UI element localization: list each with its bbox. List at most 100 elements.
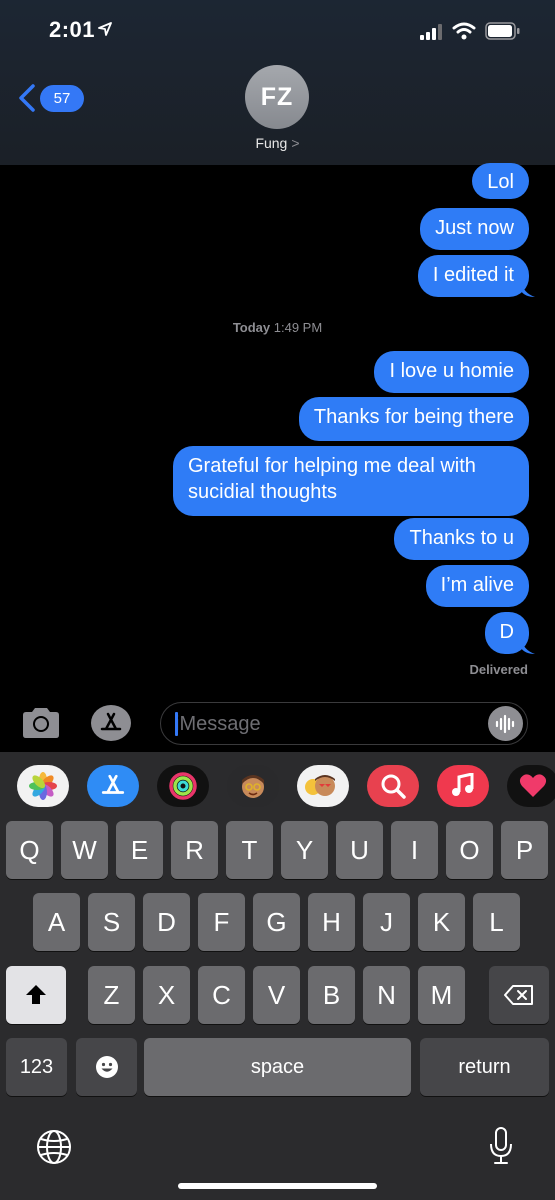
key-p[interactable]: P <box>501 821 548 879</box>
message-input-field[interactable] <box>160 702 528 745</box>
message-bubble[interactable]: D <box>484 612 535 654</box>
emoji-icon <box>95 1056 118 1078</box>
unread-count-badge: 57 <box>40 84 84 112</box>
message-bubble[interactable]: Thanks for being there <box>298 397 529 441</box>
app-store-tray-button[interactable] <box>87 765 139 807</box>
audio-message-button[interactable] <box>488 706 523 741</box>
memoji-icon <box>242 775 264 798</box>
location-arrow-icon <box>98 22 112 36</box>
chevron-left-icon <box>19 84 35 112</box>
key-h[interactable]: H <box>308 893 355 951</box>
music-icon <box>452 773 474 796</box>
status-time: 2:01 <box>49 17 96 42</box>
backspace-icon <box>504 985 533 1005</box>
key-o[interactable]: O <box>446 821 493 879</box>
emoji-key[interactable] <box>76 1038 137 1096</box>
message-bubble[interactable]: I edited it <box>417 255 535 297</box>
message-bubble[interactable]: I love u homie <box>374 351 529 393</box>
chevron-right-icon: > <box>291 135 300 151</box>
photos-app-button[interactable] <box>17 765 69 807</box>
key-f[interactable]: F <box>198 893 245 951</box>
message-text: Lol <box>487 171 514 193</box>
key-i[interactable]: I <box>391 821 438 879</box>
message-text: I’m alive <box>440 574 514 596</box>
shift-arrow-icon <box>26 985 46 1004</box>
key-k[interactable]: K <box>418 893 465 951</box>
music-app-button[interactable] <box>437 765 489 807</box>
app-store-icon <box>101 774 125 794</box>
digital-touch-button[interactable] <box>507 765 555 807</box>
delete-key[interactable] <box>489 966 549 1024</box>
app-store-button[interactable] <box>91 705 131 741</box>
photos-icon <box>29 772 57 800</box>
key-l[interactable]: L <box>473 893 520 951</box>
space-key[interactable]: space <box>144 1038 411 1096</box>
wifi-icon <box>452 22 476 40</box>
memoji-stickers-icon <box>305 775 335 796</box>
images-search-button[interactable] <box>367 765 419 807</box>
key-a[interactable]: A <box>33 893 80 951</box>
key-t[interactable]: T <box>226 821 273 879</box>
bubble-tail <box>521 638 535 654</box>
key-r[interactable]: R <box>171 821 218 879</box>
key-v[interactable]: V <box>253 966 300 1024</box>
battery-icon <box>485 22 520 40</box>
back-button[interactable]: 57 <box>18 84 84 112</box>
key-j[interactable]: J <box>363 893 410 951</box>
key-x[interactable]: X <box>143 966 190 1024</box>
message-text: I edited it <box>432 264 514 286</box>
timestamp-time: 1:49 PM <box>273 320 323 335</box>
key-c[interactable]: C <box>198 966 245 1024</box>
key-b[interactable]: B <box>308 966 355 1024</box>
key-u[interactable]: U <box>336 821 383 879</box>
memoji-stickers-button[interactable] <box>297 765 349 807</box>
message-bubble[interactable]: Lol <box>472 163 529 199</box>
app-store-icon <box>100 712 122 731</box>
message-bubble[interactable]: Thanks to u <box>394 518 529 560</box>
search-images-icon <box>381 774 406 799</box>
key-y[interactable]: Y <box>281 821 328 879</box>
message-text: Just now <box>435 217 514 239</box>
key-g[interactable]: G <box>253 893 300 951</box>
globe-icon[interactable] <box>35 1128 73 1166</box>
delivered-status: Delivered <box>469 662 528 677</box>
message-text: Thanks for being there <box>313 406 514 428</box>
shift-key[interactable] <box>6 966 66 1024</box>
message-text: D <box>499 621 514 643</box>
key-n[interactable]: N <box>363 966 410 1024</box>
contact-avatar[interactable]: FZ <box>245 65 309 129</box>
numbers-key[interactable]: 123 <box>6 1038 67 1096</box>
message-text: Grateful for helping me deal with sucidi… <box>188 455 476 503</box>
heart-digital-touch-icon <box>519 774 547 797</box>
return-key[interactable]: return <box>420 1038 549 1096</box>
key-w[interactable]: W <box>61 821 108 879</box>
microphone-icon[interactable] <box>488 1126 514 1166</box>
home-indicator[interactable] <box>178 1183 377 1189</box>
contact-name-button[interactable]: Fung > <box>0 135 555 151</box>
camera-icon[interactable] <box>19 705 63 741</box>
message-text: Thanks to u <box>409 527 514 549</box>
activity-app-button[interactable] <box>157 765 209 807</box>
keyboard: Q W E R T Y U I O P A S D F G H J K L Z … <box>0 752 555 1200</box>
memoji-app-button[interactable] <box>227 765 279 807</box>
waveform-icon <box>495 714 514 733</box>
message-bubble[interactable]: Just now <box>420 208 529 250</box>
key-d[interactable]: D <box>143 893 190 951</box>
conversation-header: 2:01 57 FZ Fung > <box>0 0 555 165</box>
key-m[interactable]: M <box>418 966 465 1024</box>
key-z[interactable]: Z <box>88 966 135 1024</box>
key-q[interactable]: Q <box>6 821 53 879</box>
message-bubble[interactable]: Grateful for helping me deal with sucidi… <box>173 446 529 516</box>
message-input[interactable] <box>175 711 475 737</box>
message-text: I love u homie <box>389 360 514 382</box>
cellular-signal-icon <box>420 24 442 40</box>
text-cursor <box>175 712 178 736</box>
bubble-tail <box>521 281 535 297</box>
key-s[interactable]: S <box>88 893 135 951</box>
timestamp-day: Today <box>232 320 271 335</box>
contact-name: Fung <box>255 135 288 151</box>
timestamp: Today 1:49 PM <box>0 320 555 335</box>
key-e[interactable]: E <box>116 821 163 879</box>
message-bubble[interactable]: I’m alive <box>425 565 529 607</box>
activity-icon <box>169 772 197 800</box>
